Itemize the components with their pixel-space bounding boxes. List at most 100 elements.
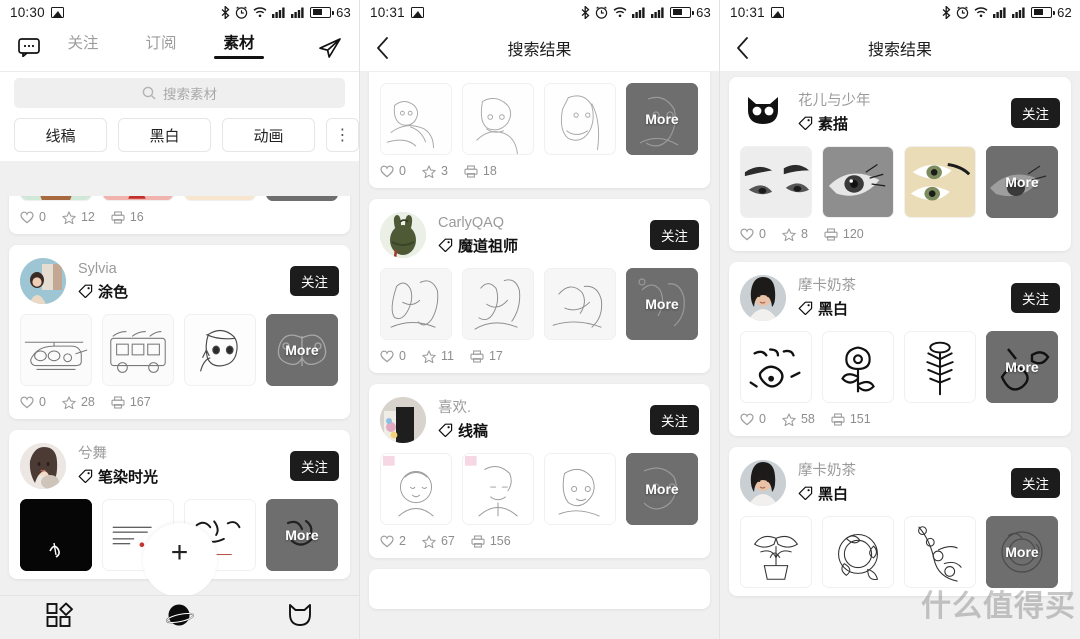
print-icon [111,210,125,224]
creator-card[interactable]: 花儿与少年 素描 关注 More 0 8 120 [729,77,1071,251]
thumbnail[interactable] [740,516,812,588]
bottom-navigation [0,595,359,639]
battery-icon [670,6,694,18]
thumbnail[interactable] [462,83,534,155]
search-input[interactable]: 搜索素材 [14,78,345,108]
thumbnail[interactable] [380,83,452,155]
planet-icon[interactable] [165,602,195,633]
thumbnail[interactable] [822,331,894,403]
send-icon[interactable] [315,37,345,59]
follow-button[interactable]: 关注 [1011,283,1060,313]
tag-icon [438,423,453,438]
tab-following[interactable]: 关注 [44,36,122,59]
follow-button[interactable]: 关注 [290,451,339,481]
thumbnail[interactable] [904,146,976,218]
thumbnail[interactable] [20,314,92,386]
thumbnail-row: More [380,83,699,155]
chip-blackwhite[interactable]: 黑白 [118,118,211,152]
avatar[interactable] [740,460,786,506]
thumbnail[interactable] [904,331,976,403]
creator-card[interactable]: 喜欢. 线稿 关注 More 2 67 156 [369,384,710,558]
thumbnail[interactable] [462,453,534,525]
thumbnail[interactable] [822,146,894,218]
avatar[interactable] [380,72,426,76]
tag-line: 涂色 [78,281,290,302]
like-stat: 2 [380,534,406,548]
thumbnail-more[interactable]: More [266,196,338,201]
thumbnail-more[interactable]: More [266,314,338,386]
avatar[interactable] [20,443,66,489]
tag-line: 黑白 [798,483,1011,504]
thumbnail-more[interactable]: More [986,516,1058,588]
star-icon [62,210,76,224]
avatar[interactable] [740,90,786,136]
cat-icon[interactable] [286,602,314,633]
thumbnail[interactable] [904,516,976,588]
thumbnail[interactable] [20,196,92,201]
print-stat: 156 [471,534,511,548]
thumbnail[interactable] [740,146,812,218]
thumbnail[interactable] [380,453,452,525]
thumbnail[interactable] [544,453,616,525]
follow-button[interactable]: 关注 [650,405,699,435]
card-stats: 0 12 16 [20,210,339,226]
print-icon [471,534,485,548]
follow-button[interactable]: 关注 [1011,468,1060,498]
status-icons: 63 [581,5,711,20]
thumbnail[interactable] [380,268,452,340]
chip-animation[interactable]: 动画 [222,118,315,152]
chip-more-options[interactable]: ⋮ [326,118,359,152]
heart-icon [20,396,34,408]
back-chevron-icon[interactable] [720,36,766,60]
tab-materials[interactable]: 素材 [200,36,278,59]
back-chevron-icon[interactable] [360,36,406,60]
thumbnail-more[interactable]: More [986,331,1058,403]
creator-card[interactable]: 摩卡奶茶 黑白 关注 [729,447,1071,596]
creator-card[interactable]: CarlyQAQ 魔道祖师 关注 More 0 11 17 [369,199,710,373]
message-icon[interactable] [14,38,44,57]
thumbnail-more[interactable]: More [626,453,698,525]
thumbnail[interactable] [544,83,616,155]
bluetooth-icon [221,5,230,19]
thumbnail[interactable] [20,499,92,571]
thumbnail[interactable] [544,268,616,340]
grid-icon[interactable] [46,602,74,633]
thumbnail[interactable] [102,196,174,201]
screenshot-icon [410,6,424,18]
creator-card[interactable]: More 0 3 18 [369,72,710,188]
thumbnail-more[interactable]: More [986,146,1058,218]
tag-label: 黑白 [818,485,849,503]
star-stat: 3 [422,164,448,178]
thumbnail[interactable] [184,196,256,201]
follow-button[interactable]: 关注 [1011,98,1060,128]
creator-card[interactable]: 摩卡奶茶 黑白 关注 [729,262,1071,436]
avatar[interactable] [380,212,426,258]
follow-button[interactable]: 关注 [290,266,339,296]
thumbnail[interactable] [184,314,256,386]
thumbnail-more[interactable]: More [626,83,698,155]
card-stats: 0 11 17 [380,349,699,365]
card-meta: 喜欢. 线稿 [438,399,650,441]
results-feed[interactable]: More 0 3 18 CarlyQAQ 魔道祖师 关注 More 0 11 1… [360,72,719,639]
creator-card[interactable] [369,569,710,609]
chip-lineart[interactable]: 线稿 [14,118,107,152]
print-count: 167 [129,395,151,409]
creator-card[interactable]: Sylvia 涂色 关注 More 0 28 167 [9,245,350,419]
thumbnail-more[interactable]: More [626,268,698,340]
create-button[interactable]: + [142,523,217,597]
tab-subscriptions[interactable]: 订阅 [122,36,200,59]
thumbnail[interactable] [822,516,894,588]
thumbnail[interactable] [740,331,812,403]
avatar[interactable] [380,397,426,443]
avatar[interactable] [20,258,66,304]
avatar[interactable] [740,275,786,321]
tag-line: 黑白 [798,298,1011,319]
print-stat: 16 [111,210,144,224]
results-feed[interactable]: 花儿与少年 素描 关注 More 0 8 120 摩卡奶茶 黑白 关注 More… [720,72,1080,639]
follow-button[interactable]: 关注 [650,220,699,250]
star-stat: 12 [62,210,95,224]
thumbnail-more[interactable]: More [266,499,338,571]
creator-card[interactable]: More 0 12 16 [9,196,350,234]
thumbnail[interactable] [462,268,534,340]
thumbnail[interactable] [102,314,174,386]
